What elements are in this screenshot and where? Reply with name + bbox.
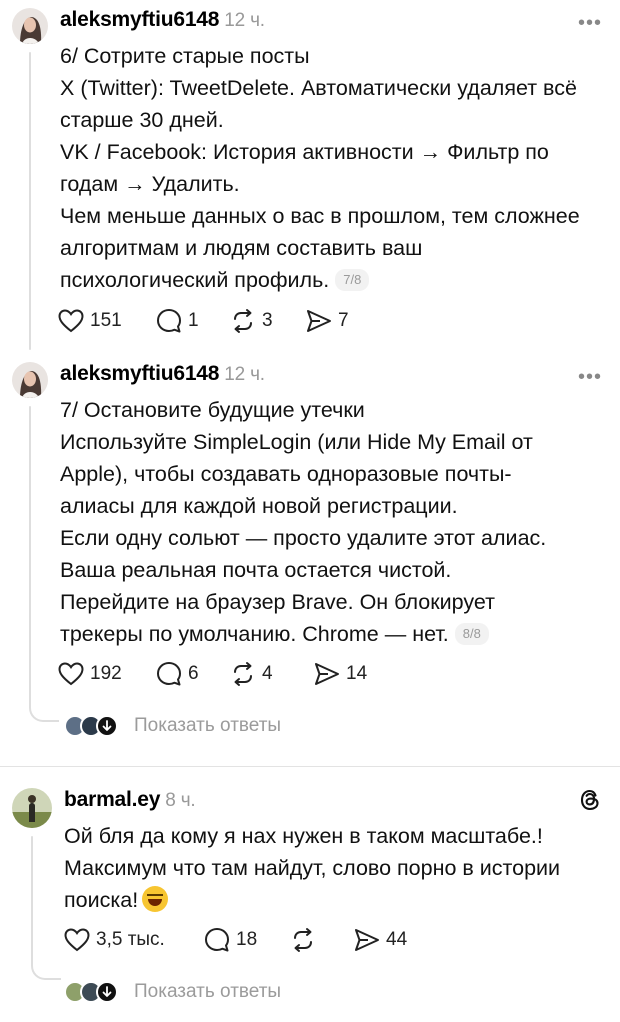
repost-count: 3: [262, 310, 273, 331]
text-line: Ваша реальная почта остается чистой.: [60, 558, 452, 582]
share-button[interactable]: 7: [306, 306, 349, 336]
text-line: старше 30 дней.: [60, 108, 224, 132]
avatar[interactable]: [12, 362, 48, 398]
text-line: трекеры по умолчанию. Chrome — нет. 8/8: [60, 618, 608, 650]
avatar[interactable]: [12, 8, 48, 44]
like-button[interactable]: 3,5 тыс.: [64, 925, 165, 955]
text-line-last: психологический профиль.: [60, 268, 330, 292]
text-line-last: трекеры по умолчанию. Chrome — нет.: [60, 622, 449, 646]
text-line: алиасы для каждой новой регистрации.: [60, 494, 458, 518]
show-replies-row[interactable]: Показать ответы: [64, 712, 281, 740]
text-line: 6/ Сотрите старые посты: [60, 44, 310, 68]
action-bar: 192 6 4 14: [58, 659, 458, 689]
reply-avatar: [96, 715, 118, 737]
comment-count: 6: [188, 663, 199, 684]
repost-count: 4: [262, 663, 273, 684]
post-text: 6/ Сотрите старые посты X (Twitter): Twe…: [60, 40, 608, 296]
text-line: Используйте SimpleLogin (или Hide My Ema…: [60, 430, 533, 454]
text-line: психологический профиль. 7/8: [60, 264, 608, 296]
share-icon: [307, 310, 331, 332]
text-line: X (Twitter): TweetDelete. Автоматически …: [60, 76, 577, 100]
show-replies-row[interactable]: Показать ответы: [64, 978, 281, 1006]
threads-logo-icon[interactable]: [578, 788, 602, 812]
repost-button[interactable]: 4: [230, 659, 273, 689]
text-line: 7/ Остановите будущие утечки: [60, 398, 365, 422]
action-bar: 151 1 3 7: [58, 306, 458, 336]
author-line: aleksmyftiu6148 12 ч.: [60, 8, 265, 32]
text-line: Apple), чтобы создавать одноразовые почт…: [60, 462, 512, 486]
heart-icon: [58, 662, 84, 686]
comment-button[interactable]: 1: [156, 306, 199, 336]
repost-button[interactable]: 3: [230, 306, 273, 336]
thread-connector: [31, 962, 61, 980]
share-button[interactable]: 14: [314, 659, 367, 689]
show-replies-link[interactable]: Показать ответы: [134, 981, 281, 1003]
text-line: VK / Facebook: История активности → Филь…: [60, 140, 549, 164]
divider: [0, 766, 620, 767]
repost-button[interactable]: [290, 925, 322, 955]
repost-icon: [234, 662, 252, 686]
arrow-down-icon: [102, 986, 112, 997]
thread-counter-badge: 7/8: [335, 269, 370, 291]
more-options-icon[interactable]: •••: [578, 13, 602, 33]
reply-avatar: [96, 981, 118, 1003]
post-2: aleksmyftiu6148 12 ч. ••• 7/ Остановите б…: [0, 358, 620, 763]
comment-icon: [157, 662, 181, 686]
text-line: алгоритмам и людям составить ваш: [60, 236, 423, 260]
post-text: Ой бля да кому я нах нужен в таком масшт…: [64, 820, 612, 916]
author-line: aleksmyftiu6148 12 ч.: [60, 362, 265, 386]
like-button[interactable]: 151: [58, 306, 122, 336]
text-line: Максимум что там найдут, слово порно в и…: [64, 856, 561, 880]
author-name[interactable]: aleksmyftiu6148: [60, 8, 219, 31]
share-count: 7: [338, 310, 349, 331]
action-bar: 3,5 тыс. 18 44: [64, 925, 464, 955]
post-time: 12 ч.: [224, 364, 265, 385]
repost-icon: [294, 928, 312, 952]
heart-icon: [64, 928, 90, 952]
grinning-squinting-face-emoji: [142, 886, 169, 912]
text-line: годам → Удалить.: [60, 172, 240, 196]
like-count: 151: [90, 310, 122, 331]
text-line: Ой бля да кому я нах нужен в таком масшт…: [64, 824, 543, 848]
thread-line: [31, 836, 33, 964]
post-time: 12 ч.: [224, 10, 265, 31]
share-icon: [315, 663, 339, 685]
show-replies-link[interactable]: Показать ответы: [134, 715, 281, 737]
comment-icon: [157, 309, 181, 333]
avatar[interactable]: [12, 788, 52, 828]
text-line-last: поиска!: [64, 888, 139, 912]
share-count: 14: [346, 663, 368, 684]
like-count: 3,5 тыс.: [96, 929, 165, 950]
thread-line: [29, 406, 31, 706]
thread-counter-badge: 8/8: [454, 623, 489, 645]
author-line: barmal.ey 8 ч.: [64, 788, 196, 812]
comment-count: 18: [236, 929, 258, 950]
post-3: barmal.ey 8 ч. Ой бля да кому я нах нужен…: [0, 776, 620, 1022]
comment-button[interactable]: 6: [156, 659, 199, 689]
text-line: Если одну сольют — просто удалите этот а…: [60, 526, 547, 550]
share-icon: [355, 929, 379, 951]
text-line: Чем меньше данных о вас в прошлом, тем с…: [60, 204, 580, 228]
share-button[interactable]: 44: [354, 925, 407, 955]
text-line: поиска!: [64, 884, 612, 916]
repost-icon: [234, 309, 252, 333]
post-text: 7/ Остановите будущие утечки Используйте…: [60, 394, 608, 650]
thread-line: [29, 52, 31, 350]
thread-connector: [29, 704, 59, 722]
like-count: 192: [90, 663, 122, 684]
comment-count: 1: [188, 310, 199, 331]
share-count: 44: [386, 929, 408, 950]
post-time: 8 ч.: [165, 790, 196, 811]
comment-button[interactable]: 18: [204, 925, 257, 955]
comment-icon: [205, 928, 229, 952]
post-1: aleksmyftiu6148 12 ч. ••• 6/ Сотрите стар…: [0, 0, 620, 350]
more-options-icon[interactable]: •••: [578, 367, 602, 387]
like-button[interactable]: 192: [58, 659, 122, 689]
heart-icon: [58, 309, 84, 333]
text-line: Перейдите на браузер Brave. Он блокирует: [60, 590, 495, 614]
author-name[interactable]: barmal.ey: [64, 788, 160, 811]
arrow-down-icon: [102, 720, 112, 731]
author-name[interactable]: aleksmyftiu6148: [60, 362, 219, 385]
